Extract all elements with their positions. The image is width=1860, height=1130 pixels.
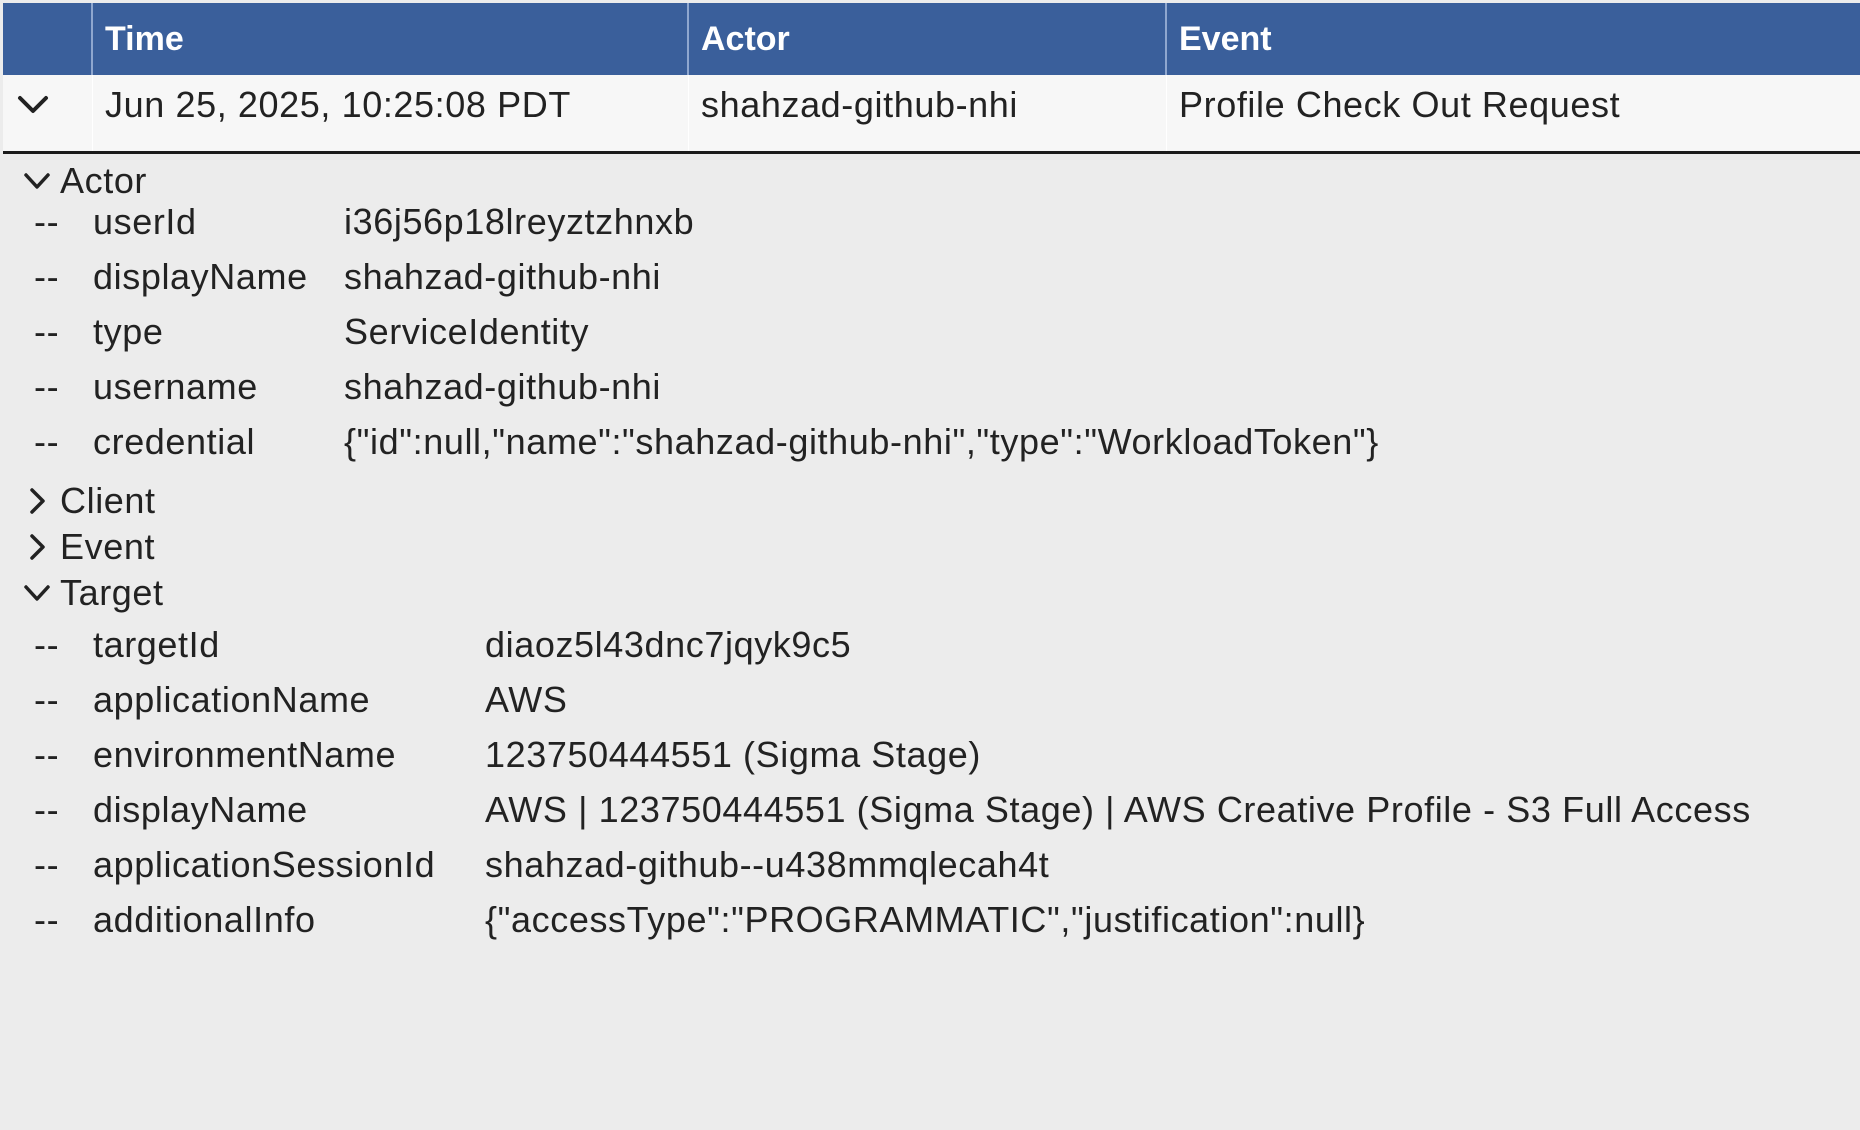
header-time[interactable]: Time: [93, 3, 689, 75]
field-value: AWS: [485, 679, 568, 720]
field-key: targetId: [93, 624, 220, 665]
field-value: shahzad-github-nhi: [344, 256, 662, 297]
chevron-down-icon: [24, 585, 50, 601]
field-key: displayName: [93, 256, 308, 297]
field-value: {"id":null,"name":"shahzad-github-nhi","…: [344, 421, 1379, 462]
header-event[interactable]: Event: [1167, 3, 1860, 75]
field-value: diaoz5l43dnc7jqyk9c5: [485, 624, 852, 665]
section-target-toggle[interactable]: Target: [22, 568, 164, 618]
field-value: shahzad-github--u438mmqlecah4t: [485, 844, 1050, 885]
field-key: applicationName: [93, 679, 371, 720]
field-value: AWS | 123750444551 (Sigma Stage) | AWS C…: [485, 789, 1751, 830]
row-time: Jun 25, 2025, 10:25:08 PDT: [93, 75, 689, 151]
field-bullet: --: [34, 421, 60, 462]
section-client-toggle[interactable]: Client: [22, 476, 156, 526]
header-actor[interactable]: Actor: [689, 3, 1167, 75]
field-bullet: --: [34, 366, 60, 407]
chevron-right-icon: [30, 534, 45, 560]
field-key: additionalInfo: [93, 899, 316, 940]
section-client-label: Client: [60, 480, 156, 521]
field-bullet: --: [34, 789, 60, 830]
chevron-down-icon: [18, 96, 48, 113]
header-expand-column: [3, 3, 93, 75]
chevron-right-icon: [30, 488, 45, 514]
row-expand-toggle[interactable]: [3, 75, 93, 151]
field-value: 123750444551 (Sigma Stage): [485, 734, 981, 775]
field-value: {"accessType":"PROGRAMMATIC","justificat…: [485, 899, 1366, 940]
section-target-label: Target: [60, 572, 164, 613]
field-value: ServiceIdentity: [344, 311, 590, 352]
table-header: Time Actor Event: [3, 3, 1860, 75]
field-key: credential: [93, 421, 256, 462]
table-row[interactable]: Jun 25, 2025, 10:25:08 PDT shahzad-githu…: [3, 75, 1860, 154]
field-value: shahzad-github-nhi: [344, 366, 662, 407]
field-bullet: --: [34, 256, 60, 297]
field-key: environmentName: [93, 734, 397, 775]
row-event: Profile Check Out Request: [1179, 84, 1621, 125]
field-bullet: --: [34, 679, 60, 720]
field-bullet: --: [34, 311, 60, 352]
chevron-down-icon: [24, 173, 50, 189]
field-bullet: --: [34, 201, 60, 242]
section-actor-label: Actor: [60, 160, 148, 201]
row-actor: shahzad-github-nhi: [689, 75, 1167, 151]
field-bullet: --: [34, 899, 60, 940]
section-event-label: Event: [60, 526, 156, 567]
field-bullet: --: [34, 624, 60, 665]
audit-log-view: Time Actor Event Jun 25, 2025, 10:25:08 …: [0, 0, 1860, 1130]
field-key: applicationSessionId: [93, 844, 436, 885]
event-detail-panel: Actor -- userId i36j56p18lreyztzhnxb -- …: [0, 156, 1860, 1130]
field-value: i36j56p18lreyztzhnxb: [344, 201, 695, 242]
section-event-toggle[interactable]: Event: [22, 522, 155, 572]
field-key: displayName: [93, 789, 308, 830]
field-bullet: --: [34, 844, 60, 885]
field-key: userId: [93, 201, 197, 242]
field-key: type: [93, 311, 164, 352]
field-bullet: --: [34, 734, 60, 775]
field-key: username: [93, 366, 258, 407]
